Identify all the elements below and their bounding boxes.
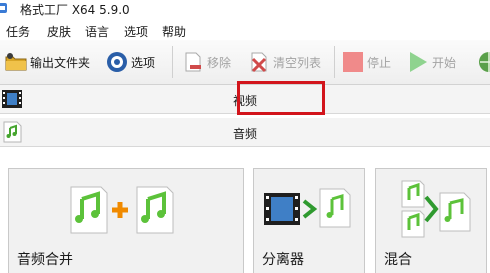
menu-item-options[interactable]: 选项 xyxy=(124,23,148,40)
clear-list-button[interactable]: 清空列表 xyxy=(248,40,321,84)
stop-label: 停止 xyxy=(367,55,392,70)
stop-button[interactable]: 停止 xyxy=(342,40,391,84)
mix-icon xyxy=(401,180,471,238)
menu-item-help[interactable]: 帮助 xyxy=(162,23,186,40)
globe-icon[interactable] xyxy=(478,51,490,73)
menu-item-tasks[interactable]: 任务 xyxy=(6,23,30,40)
output-folder-label: 输出文件夹 xyxy=(30,55,91,70)
title-bar: 格式工厂 X64 5.9.0 xyxy=(0,0,490,20)
mix-tile[interactable]: 混合 xyxy=(375,168,487,273)
toolbar-separator xyxy=(334,46,335,78)
audio-merge-tile[interactable]: 音频合并 xyxy=(8,168,244,273)
window-title: 格式工厂 X64 5.9.0 xyxy=(20,3,130,17)
menu-item-skin[interactable]: 皮肤 xyxy=(47,23,71,40)
clear-list-icon xyxy=(251,52,267,73)
remove-button[interactable]: 移除 xyxy=(182,40,231,84)
output-folder-button[interactable]: 输出文件夹 xyxy=(5,40,90,84)
options-button[interactable]: 选项 xyxy=(106,40,155,84)
menu-bar: 任务 皮肤 语言 选项 帮助 xyxy=(0,20,490,40)
stop-icon xyxy=(343,52,363,72)
category-audio-label: 音频 xyxy=(232,127,257,141)
highlight-box xyxy=(237,81,325,115)
toolbar-separator xyxy=(172,46,173,78)
audio-merge-icon xyxy=(70,186,174,234)
toolbar: 输出文件夹 选项 移除 清空列表 停止 开始 xyxy=(0,40,490,85)
splitter-icon xyxy=(264,188,351,228)
options-icon xyxy=(107,52,127,72)
category-audio[interactable]: 音频 xyxy=(0,118,490,147)
audio-merge-label: 音频合并 xyxy=(17,252,73,268)
remove-document-icon xyxy=(185,52,201,72)
splitter-label: 分离器 xyxy=(262,252,304,268)
app-icon xyxy=(0,3,7,13)
play-icon xyxy=(410,52,427,72)
folder-icon xyxy=(5,53,27,71)
clear-list-label: 清空列表 xyxy=(273,55,322,70)
splitter-tile[interactable]: 分离器 xyxy=(253,168,365,273)
remove-label: 移除 xyxy=(207,55,232,70)
options-label: 选项 xyxy=(131,55,156,70)
start-button[interactable]: 开始 xyxy=(407,40,456,84)
menu-item-language[interactable]: 语言 xyxy=(85,23,109,40)
start-label: 开始 xyxy=(432,55,457,70)
mix-label: 混合 xyxy=(384,252,412,268)
